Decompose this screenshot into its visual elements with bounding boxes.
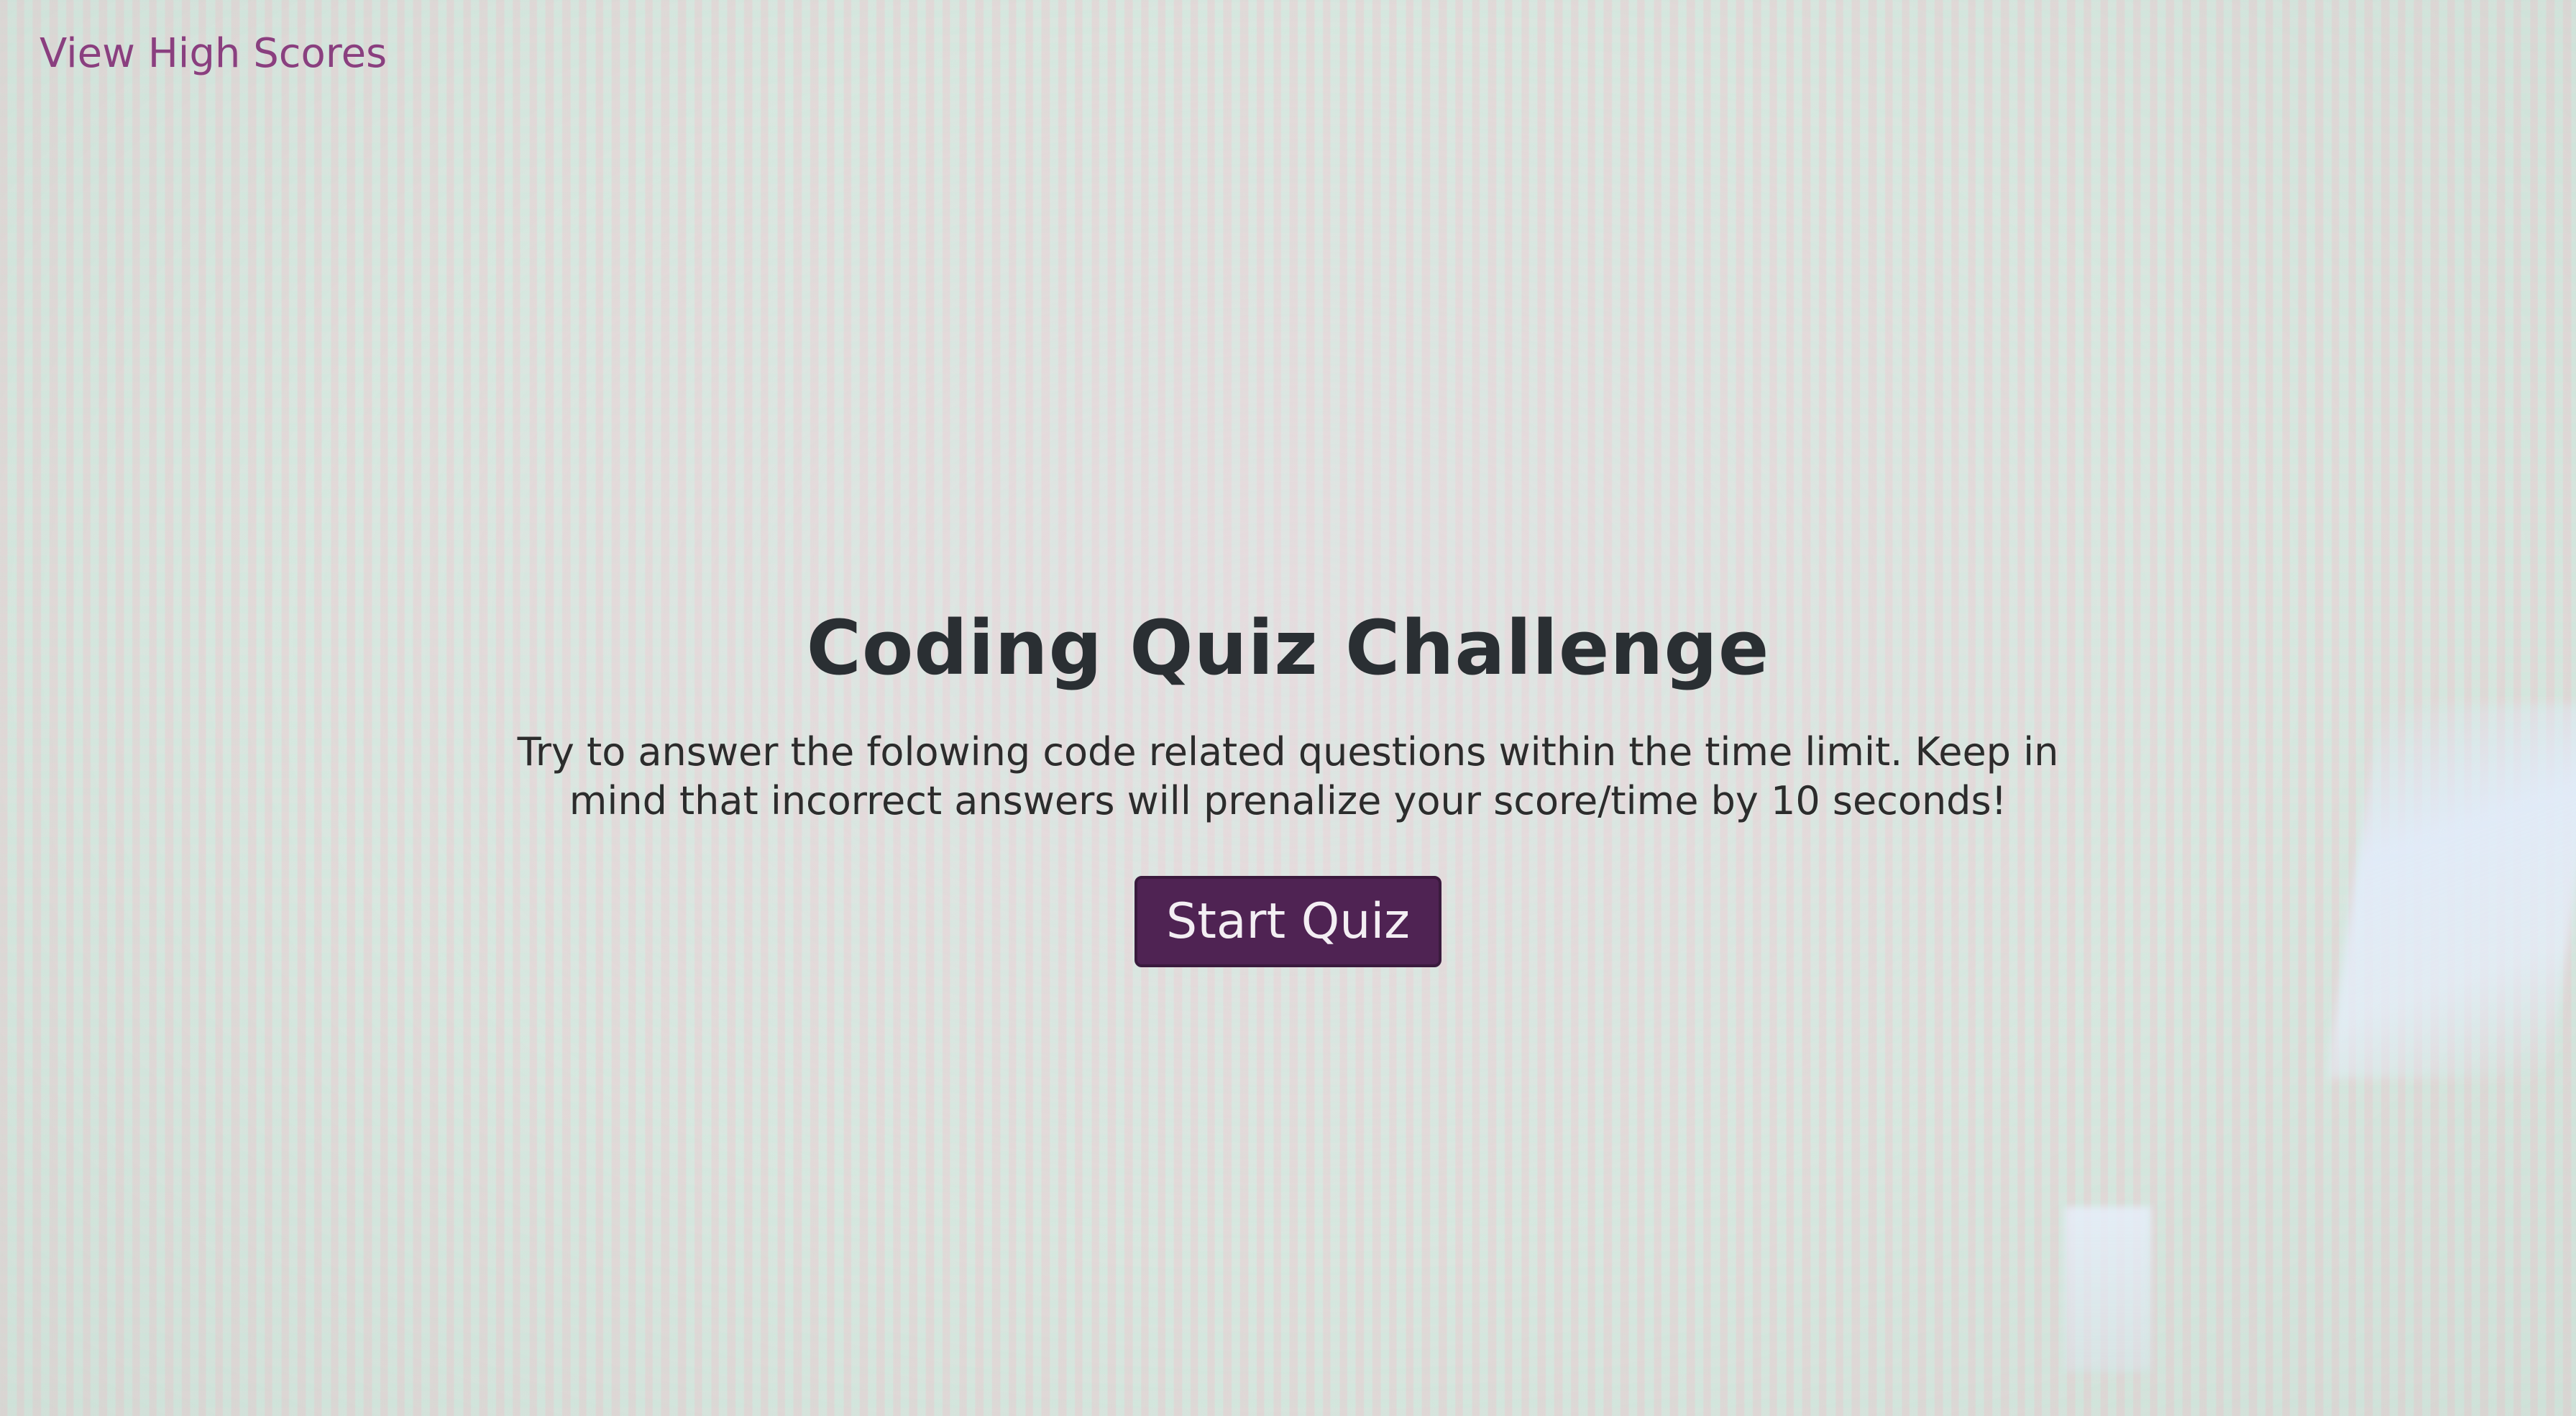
- quiz-intro: Coding Quiz Challenge Try to answer the …: [0, 604, 2576, 967]
- page-title: Coding Quiz Challenge: [806, 604, 1770, 692]
- view-high-scores-link[interactable]: View High Scores: [40, 30, 387, 77]
- screen-glare-small: [2065, 1207, 2151, 1372]
- start-quiz-button[interactable]: Start Quiz: [1135, 876, 1441, 967]
- quiz-description: Try to answer the folowing code related …: [517, 729, 2059, 823]
